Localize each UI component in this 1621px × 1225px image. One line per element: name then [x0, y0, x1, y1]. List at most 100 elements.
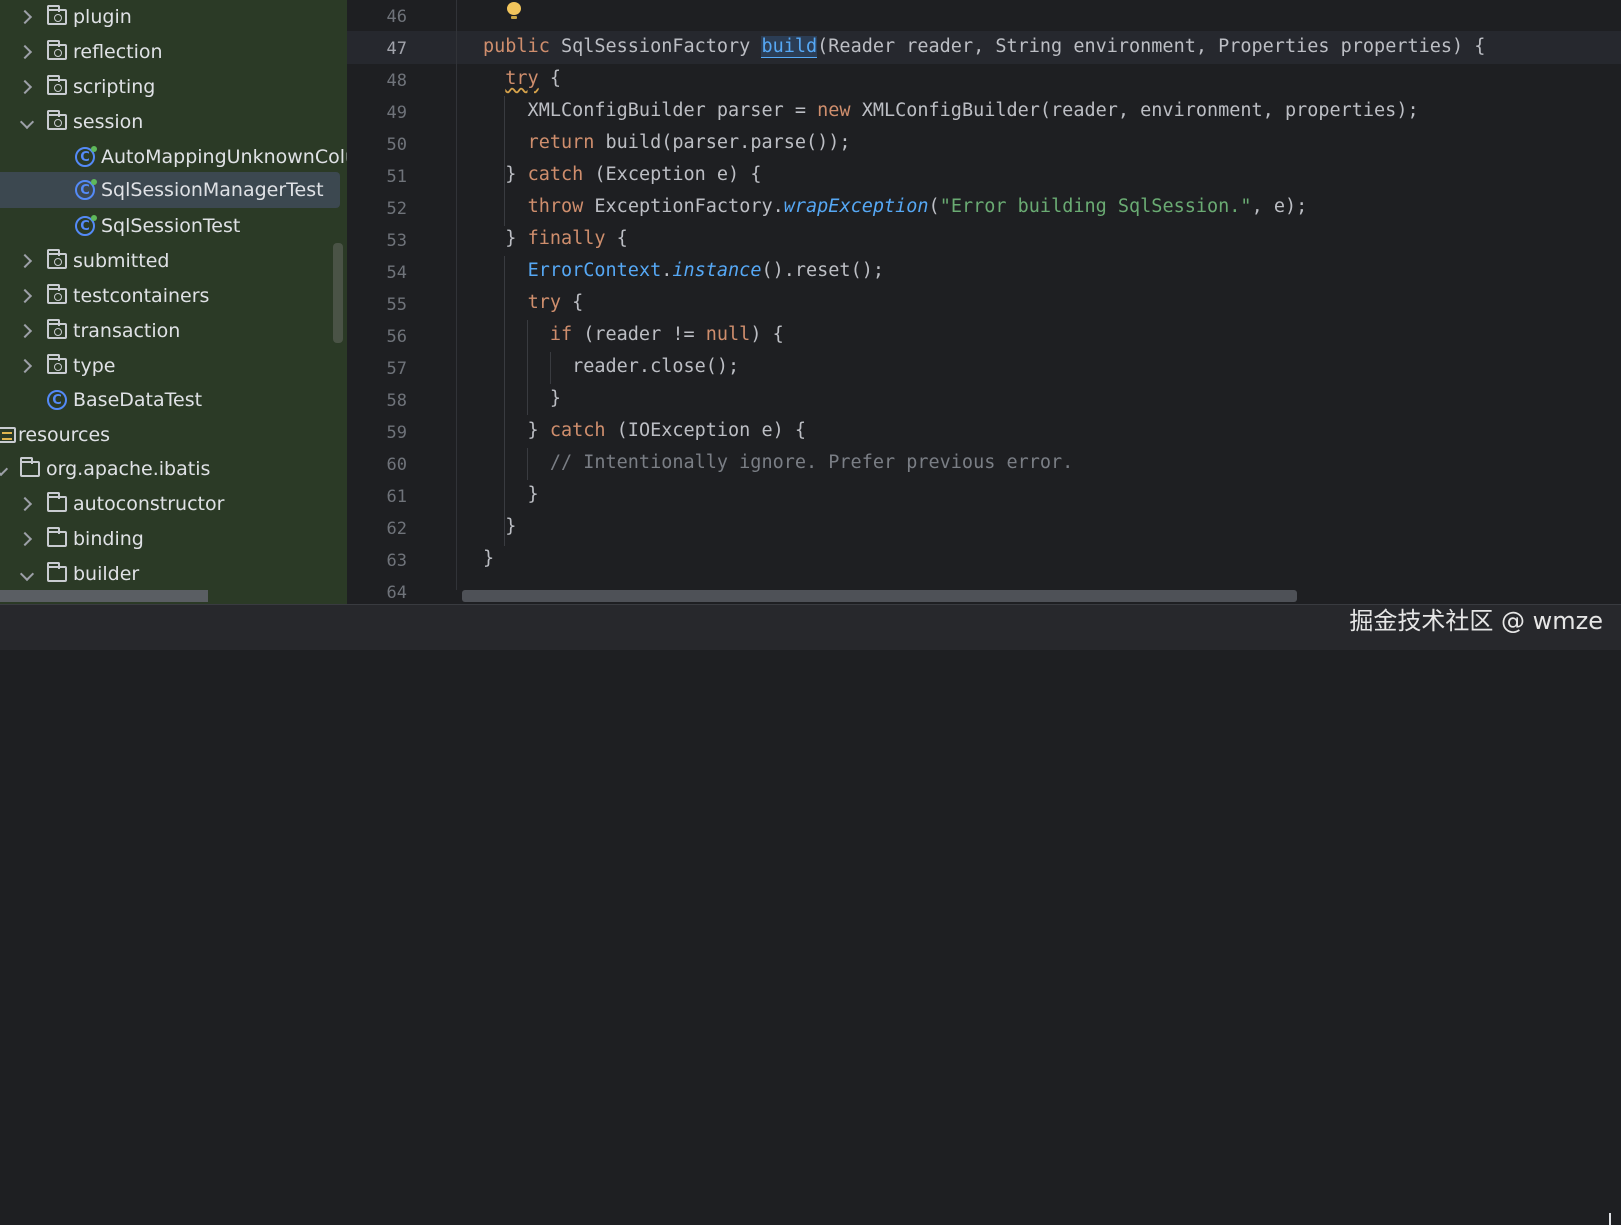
tree-item-label: type [73, 355, 116, 377]
code-line[interactable]: try { [483, 292, 584, 313]
tree-item-label: testcontainers [73, 285, 210, 307]
tree-item-org-apache-ibatis[interactable]: org.apache.ibatis [0, 451, 357, 487]
package-folder-icon [47, 284, 67, 304]
tree-item-submitted[interactable]: submitted [0, 243, 357, 279]
folder-icon [20, 457, 40, 477]
editor-horizontal-scrollbar[interactable] [462, 590, 1297, 602]
gutter-divider [456, 0, 457, 590]
tree-item-autoconstructor[interactable]: autoconstructor [0, 486, 357, 522]
code-line[interactable]: } [483, 484, 539, 505]
package-folder-icon [47, 319, 67, 339]
package-folder-icon [47, 110, 67, 130]
chevron-right-icon[interactable] [17, 9, 33, 25]
tree-item-builder[interactable]: builder [0, 556, 357, 592]
line-number: 47 [386, 39, 407, 59]
tree-item-label: AutoMappingUnknownColum [101, 146, 357, 168]
tree-item-label: builder [73, 563, 140, 585]
code-editor[interactable]: 46 47 48 49 50 51 52 53 54 55 56 57 58 5… [347, 0, 1621, 622]
chevron-right-icon[interactable] [17, 253, 33, 269]
line-number: 52 [386, 199, 407, 219]
code-line[interactable]: // Intentionally ignore. Prefer previous… [483, 452, 1073, 473]
tree-item-label: transaction [73, 320, 181, 342]
tree-item-label: autoconstructor [73, 493, 225, 515]
tree-item-plugin[interactable]: plugin [0, 0, 357, 35]
tree-item-label: scripting [73, 76, 156, 98]
class-icon: C [47, 390, 67, 410]
chevron-right-icon[interactable] [17, 358, 33, 374]
code-line[interactable]: XMLConfigBuilder parser = new XMLConfigB… [483, 100, 1419, 121]
code-line[interactable]: if (reader != null) { [483, 324, 784, 345]
tree-item-reflection[interactable]: reflection [0, 34, 357, 70]
code-line[interactable]: public SqlSessionFactory build(Reader re… [483, 36, 1485, 58]
tree-horizontal-scrollbar[interactable] [0, 590, 208, 602]
code-line[interactable]: } finally { [483, 228, 628, 249]
line-number: 62 [386, 519, 407, 539]
line-number: 49 [386, 103, 407, 123]
tree-item-label: binding [73, 528, 144, 550]
chevron-right-icon[interactable] [17, 288, 33, 304]
line-number: 51 [386, 167, 407, 187]
tree-item-binding[interactable]: binding [0, 521, 357, 557]
line-number: 57 [386, 359, 407, 379]
folder-icon [47, 492, 67, 512]
chevron-down-icon[interactable] [19, 566, 35, 582]
chevron-right-icon[interactable] [17, 496, 33, 512]
tree-item-basedatatest[interactable]: C BaseDataTest [0, 382, 357, 418]
code-line[interactable]: reader.close(); [483, 356, 739, 377]
line-number: 46 [386, 7, 407, 27]
test-class-icon: C [75, 179, 97, 200]
chevron-down-icon[interactable] [0, 461, 9, 477]
tree-item-type[interactable]: type [0, 348, 357, 384]
line-number: 53 [386, 231, 407, 251]
line-number: 48 [386, 71, 407, 91]
lightbulb-icon[interactable] [507, 2, 521, 19]
code-line[interactable]: return build(parser.parse()); [483, 132, 851, 153]
code-line[interactable]: throw ExceptionFactory.wrapException("Er… [483, 196, 1308, 217]
line-number: 55 [386, 295, 407, 315]
package-folder-icon [47, 40, 67, 60]
tree-item-label: SqlSessionTest [101, 215, 241, 237]
line-number: 58 [386, 391, 407, 411]
tree-item-automapping[interactable]: C AutoMappingUnknownColum [0, 139, 357, 175]
line-number: 59 [386, 423, 407, 443]
code-line[interactable]: } [483, 388, 561, 409]
tree-item-label: SqlSessionManagerTest [101, 179, 324, 201]
chevron-right-icon[interactable] [17, 323, 33, 339]
resources-folder-icon [0, 427, 16, 443]
package-folder-icon [47, 354, 67, 374]
tree-item-label: plugin [73, 6, 132, 28]
folder-icon [47, 562, 67, 582]
chevron-right-icon[interactable] [17, 79, 33, 95]
tree-item-sqlsessiontest[interactable]: C SqlSessionTest [0, 208, 357, 244]
package-folder-icon [47, 249, 67, 269]
code-line[interactable]: } [483, 548, 494, 569]
tree-item-label: reflection [73, 41, 163, 63]
tree-item-testcontainers[interactable]: testcontainers [0, 278, 357, 314]
chevron-right-icon[interactable] [17, 531, 33, 547]
line-number: 63 [386, 551, 407, 571]
test-class-icon: C [75, 146, 97, 167]
code-line[interactable]: ErrorContext.instance().reset(); [483, 260, 884, 281]
chevron-right-icon[interactable] [17, 44, 33, 60]
tree-item-scripting[interactable]: scripting [0, 69, 357, 105]
line-number: 50 [386, 135, 407, 155]
tree-item-sqlsessionmanagertest[interactable]: C SqlSessionManagerTest [0, 172, 357, 208]
tree-item-label: submitted [73, 250, 170, 272]
code-line[interactable]: } catch (IOException e) { [483, 420, 806, 441]
project-tree: plugin reflection scripting session C Au… [0, 0, 357, 622]
status-indicator [1609, 1213, 1611, 1225]
line-number: 64 [386, 583, 407, 603]
line-number: 56 [386, 327, 407, 347]
code-line[interactable]: try { [483, 68, 561, 89]
chevron-down-icon[interactable] [19, 114, 35, 130]
tree-item-session[interactable]: session [0, 104, 357, 140]
line-number: 54 [386, 263, 407, 283]
tree-vertical-scrollbar[interactable] [333, 243, 343, 343]
tree-item-transaction[interactable]: transaction [0, 313, 357, 349]
code-line[interactable]: } catch (Exception e) { [483, 164, 761, 185]
tree-item-label: BaseDataTest [73, 389, 203, 411]
tree-item-resources[interactable]: resources [0, 417, 357, 453]
package-folder-icon [47, 75, 67, 95]
code-line[interactable]: } [483, 516, 516, 537]
tree-item-label: org.apache.ibatis [46, 458, 211, 480]
